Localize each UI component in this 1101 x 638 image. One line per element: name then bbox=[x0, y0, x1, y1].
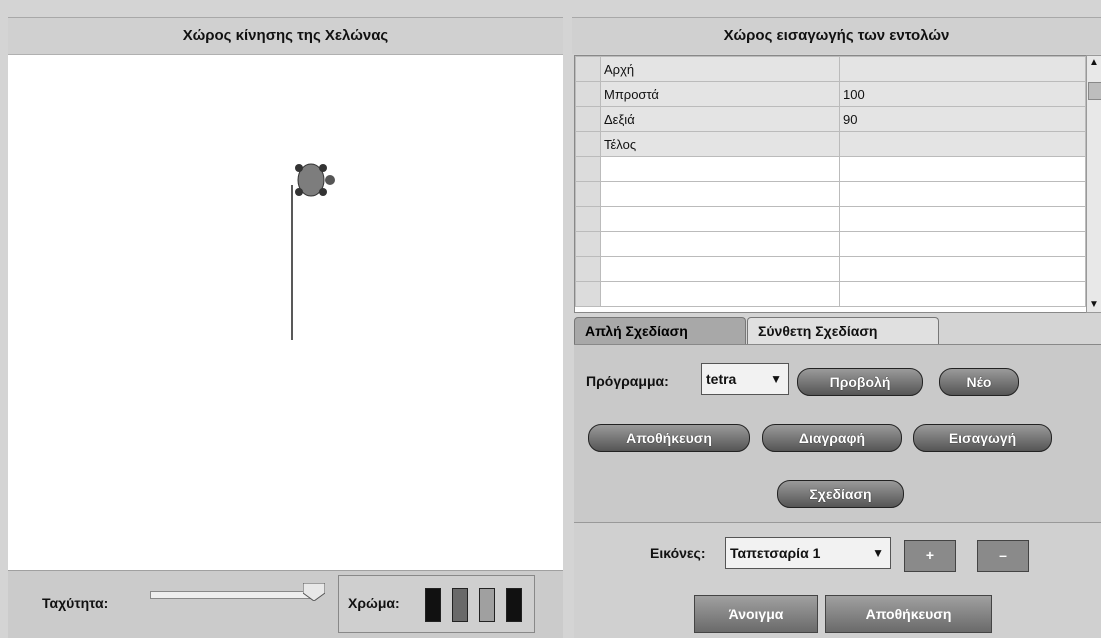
value-cell[interactable] bbox=[839, 206, 1086, 232]
tab-complex-drawing[interactable]: Σύνθετη Σχεδίαση bbox=[747, 317, 939, 344]
images-select-value: Ταπετσαρία 1 bbox=[730, 545, 821, 561]
scroll-up-icon[interactable]: ▲ bbox=[1087, 56, 1101, 70]
command-cell[interactable]: Μπροστά bbox=[600, 81, 840, 107]
turtle-area-title: Χώρος κίνησης της Χελώνας bbox=[8, 17, 563, 55]
command-cell[interactable] bbox=[600, 256, 840, 282]
panel-divider bbox=[566, 0, 572, 637]
color-label: Χρώμα: bbox=[348, 595, 400, 611]
value-cell[interactable] bbox=[839, 256, 1086, 282]
table-row[interactable]: Μπροστά 100 bbox=[575, 81, 1086, 107]
save-image-button[interactable]: Αποθήκευση bbox=[825, 595, 992, 633]
command-cell[interactable]: Δεξιά bbox=[600, 106, 840, 132]
chevron-down-icon: ▼ bbox=[770, 372, 782, 386]
row-header[interactable] bbox=[575, 56, 601, 82]
row-header[interactable] bbox=[575, 81, 601, 107]
value-cell[interactable] bbox=[839, 56, 1086, 82]
scroll-down-icon[interactable]: ▼ bbox=[1087, 298, 1101, 312]
value-cell[interactable]: 100 bbox=[839, 81, 1086, 107]
table-row[interactable] bbox=[575, 231, 1086, 257]
row-header[interactable] bbox=[575, 281, 601, 307]
row-header[interactable] bbox=[575, 256, 601, 282]
images-label: Εικόνες: bbox=[650, 545, 706, 561]
turtle-drawing bbox=[291, 163, 335, 340]
images-select[interactable]: Ταπετσαρία 1 ▼ bbox=[725, 537, 891, 569]
table-row[interactable]: Τέλος bbox=[575, 131, 1086, 157]
value-cell[interactable] bbox=[839, 156, 1086, 182]
open-image-button[interactable]: Άνοιγμα bbox=[694, 595, 818, 633]
command-table[interactable]: Αρχή Μπροστά 100 Δεξιά 90 Τέλος bbox=[574, 55, 1087, 313]
color-swatch-black[interactable] bbox=[425, 588, 441, 622]
remove-image-button[interactable]: – bbox=[977, 540, 1029, 572]
command-cell[interactable] bbox=[600, 156, 840, 182]
color-swatch-dark-gray[interactable] bbox=[452, 588, 468, 622]
table-row[interactable] bbox=[575, 206, 1086, 232]
speed-slider-thumb[interactable] bbox=[302, 582, 326, 602]
command-cell[interactable] bbox=[600, 206, 840, 232]
view-button[interactable]: Προβολή bbox=[797, 368, 923, 396]
row-header[interactable] bbox=[575, 231, 601, 257]
command-area-title: Χώρος εισαγωγής των εντολών bbox=[572, 17, 1101, 54]
command-cell[interactable] bbox=[600, 231, 840, 257]
delete-button[interactable]: Διαγραφή bbox=[762, 424, 902, 452]
value-cell[interactable] bbox=[839, 181, 1086, 207]
value-cell[interactable]: 90 bbox=[839, 106, 1086, 132]
program-select-value: tetra bbox=[706, 371, 737, 387]
tab-simple-drawing[interactable]: Απλή Σχεδίαση bbox=[574, 317, 746, 344]
command-cell[interactable] bbox=[600, 181, 840, 207]
save-program-button[interactable]: Αποθήκευση bbox=[588, 424, 750, 452]
command-cell[interactable]: Αρχή bbox=[600, 56, 840, 82]
table-row[interactable] bbox=[575, 156, 1086, 182]
table-row[interactable] bbox=[575, 256, 1086, 282]
color-swatch-black-2[interactable] bbox=[506, 588, 522, 622]
table-row[interactable] bbox=[575, 281, 1086, 307]
value-cell[interactable] bbox=[839, 231, 1086, 257]
program-select[interactable]: tetra ▼ bbox=[701, 363, 789, 395]
table-row[interactable]: Δεξιά 90 bbox=[575, 106, 1086, 132]
scroll-thumb[interactable] bbox=[1088, 82, 1101, 100]
insert-button[interactable]: Εισαγωγή bbox=[913, 424, 1052, 452]
turtle-icon bbox=[295, 163, 335, 197]
command-cell[interactable] bbox=[600, 281, 840, 307]
add-image-button[interactable]: + bbox=[904, 540, 956, 572]
chevron-down-icon: ▼ bbox=[872, 546, 884, 560]
row-header[interactable] bbox=[575, 131, 601, 157]
command-cell[interactable]: Τέλος bbox=[600, 131, 840, 157]
row-header[interactable] bbox=[575, 106, 601, 132]
table-row[interactable]: Αρχή bbox=[575, 56, 1086, 82]
program-label: Πρόγραμμα: bbox=[586, 373, 669, 389]
speed-label: Ταχύτητα: bbox=[42, 595, 109, 611]
draw-button[interactable]: Σχεδίαση bbox=[777, 480, 904, 508]
row-header[interactable] bbox=[575, 156, 601, 182]
row-header[interactable] bbox=[575, 181, 601, 207]
speed-slider[interactable] bbox=[150, 591, 312, 599]
row-header[interactable] bbox=[575, 206, 601, 232]
table-row[interactable] bbox=[575, 181, 1086, 207]
color-swatch-light-gray[interactable] bbox=[479, 588, 495, 622]
command-table-scrollbar[interactable]: ▲ ▼ bbox=[1086, 55, 1101, 313]
value-cell[interactable] bbox=[839, 131, 1086, 157]
value-cell[interactable] bbox=[839, 281, 1086, 307]
new-button[interactable]: Νέο bbox=[939, 368, 1019, 396]
turtle-canvas[interactable] bbox=[8, 55, 563, 611]
